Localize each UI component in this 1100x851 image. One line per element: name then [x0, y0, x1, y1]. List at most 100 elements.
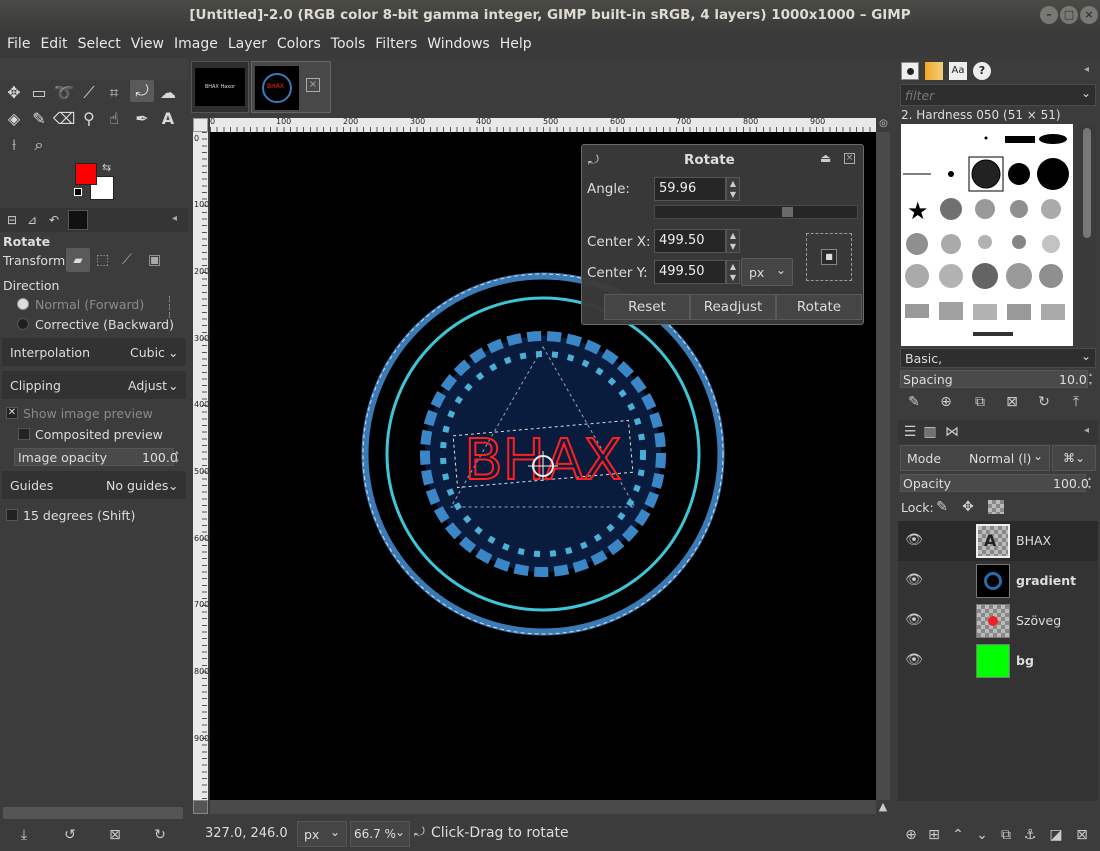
center-y-spinner[interactable]: ▲ ▼: [726, 260, 740, 284]
visibility-eye-icon[interactable]: 👁: [904, 612, 924, 628]
lock-alpha-icon[interactable]: [988, 500, 1004, 514]
paintbrush-tool-icon[interactable]: ✎: [27, 108, 51, 130]
warp-tool-icon[interactable]: ☁: [156, 82, 180, 104]
layer-mode-dropdown[interactable]: Mode Normal (l) ⌄: [900, 445, 1050, 471]
show-preview-checkbox[interactable]: ✕: [6, 407, 18, 419]
angle-spinner[interactable]: ▲ ▼: [726, 177, 740, 201]
unit-dropdown[interactable]: px ⌄: [741, 258, 793, 286]
composited-preview-checkbox[interactable]: [18, 428, 30, 440]
interpolation-dropdown[interactable]: Interpolation Cubic ⌄: [2, 338, 186, 366]
tool-options-tab-icon[interactable]: ⊟: [2, 210, 22, 230]
layer-opacity-slider[interactable]: Opacity 100.0: [900, 474, 1089, 492]
navigate-icon[interactable]: ◎: [877, 118, 890, 131]
new-layer-group-icon[interactable]: ⊞: [924, 825, 944, 845]
reset-options-icon[interactable]: ↻: [150, 825, 170, 845]
paths-tab-icon[interactable]: ⋈: [942, 422, 962, 442]
layer-name[interactable]: Szöveg: [1016, 613, 1061, 628]
open-brush-icon[interactable]: ⤒: [1066, 392, 1086, 412]
menu-windows[interactable]: Windows: [422, 30, 495, 58]
brush-filter-input[interactable]: filter ⌄: [900, 84, 1096, 106]
rotate-button[interactable]: Rotate: [776, 294, 862, 320]
menu-tools[interactable]: Tools: [326, 30, 371, 58]
brush-grid-scrollbar[interactable]: [1078, 124, 1096, 346]
layer-name[interactable]: gradient: [1016, 573, 1076, 588]
lock-pixels-icon[interactable]: ✎: [932, 497, 952, 517]
device-status-tab-icon[interactable]: ⊿: [22, 210, 42, 230]
collapse-dialog-icon[interactable]: ⏏: [820, 151, 831, 165]
transform-selection-icon[interactable]: ⬚: [96, 252, 109, 268]
refresh-brushes-icon[interactable]: ↻: [1034, 392, 1054, 412]
ruler-corner[interactable]: [193, 118, 208, 132]
navigate-corner-icon[interactable]: ▲: [876, 800, 890, 814]
visibility-eye-icon[interactable]: 👁: [904, 652, 924, 668]
status-unit-dropdown[interactable]: px ⌄: [297, 821, 347, 847]
paths-tool-icon[interactable]: ✒: [130, 108, 154, 130]
opacity-spinner-icon[interactable]: ▴ ▾: [175, 448, 185, 466]
close-button[interactable]: ×: [1080, 6, 1098, 24]
visibility-eye-icon[interactable]: 👁: [904, 532, 924, 548]
visibility-eye-icon[interactable]: 👁: [904, 572, 924, 588]
rect-select-tool-icon[interactable]: ▭: [27, 82, 51, 104]
smudge-tool-icon[interactable]: ☝: [102, 108, 126, 130]
move-tool-icon[interactable]: ✥: [2, 82, 26, 104]
undo-history-tab-icon[interactable]: ↶: [44, 210, 64, 230]
menu-help[interactable]: Help: [495, 30, 537, 58]
transform-layer-icon[interactable]: ▰: [66, 248, 90, 272]
quick-mask-toggle[interactable]: [193, 800, 208, 814]
foreground-color-swatch[interactable]: [75, 163, 97, 185]
vertical-ruler[interactable]: 0 100 200 300 400 500 600 700 800 900: [193, 132, 209, 800]
close-tab-icon[interactable]: ×: [306, 78, 320, 92]
lasso-tool-icon[interactable]: ➰: [52, 82, 76, 104]
layer-opacity-spinner-icon[interactable]: ▴ ▾: [1088, 474, 1096, 492]
menu-edit[interactable]: Edit: [35, 30, 72, 58]
image-opacity-slider[interactable]: Image opacity 100.0: [14, 448, 178, 466]
left-dock-scrollbar[interactable]: [3, 807, 183, 819]
lower-layer-icon[interactable]: ⌄: [972, 825, 992, 845]
layer-row[interactable]: 👁 gradient: [898, 561, 1098, 601]
lock-position-icon[interactable]: ✥: [958, 497, 978, 517]
patterns-tab-icon[interactable]: [925, 62, 943, 80]
angle-slider-thumb[interactable]: [782, 207, 793, 217]
layer-row[interactable]: 👁 Szöveg: [898, 601, 1098, 641]
scrollbar-thumb[interactable]: [1083, 128, 1091, 238]
configure-tab-icon[interactable]: ◂: [172, 213, 177, 224]
image-tab-1[interactable]: BHAX Haxor: [191, 61, 249, 113]
fonts-tab-icon[interactable]: Aa: [949, 62, 967, 80]
vertical-scrollbar[interactable]: [876, 132, 890, 800]
channels-tab-icon[interactable]: ▥: [920, 422, 940, 442]
constrain-15-checkbox[interactable]: [6, 509, 18, 521]
images-tab-icon[interactable]: [68, 210, 88, 230]
center-y-input[interactable]: 499.50: [654, 260, 726, 284]
menu-colors[interactable]: Colors: [272, 30, 326, 58]
configure-tab-icon[interactable]: ◂: [1084, 64, 1089, 75]
clipping-dropdown[interactable]: Clipping Adjust ⌄: [2, 371, 186, 399]
duplicate-brush-icon[interactable]: ⧉: [970, 392, 990, 412]
clone-tool-icon[interactable]: ⚲: [77, 108, 101, 130]
minimize-button[interactable]: –: [1040, 6, 1058, 24]
blend-space-dropdown[interactable]: ⌘⌄: [1052, 445, 1096, 471]
swap-colors-icon[interactable]: ⇆: [102, 161, 111, 174]
help-tab-icon[interactable]: ?: [973, 62, 991, 80]
brush-preset-dropdown[interactable]: Basic, ⌄: [900, 348, 1096, 368]
new-brush-icon[interactable]: ⊕: [936, 392, 956, 412]
center-pivot-selector[interactable]: ■: [806, 233, 852, 281]
menu-view[interactable]: View: [126, 30, 169, 58]
duplicate-layer-icon[interactable]: ⧉: [996, 825, 1016, 845]
rotate-tool-icon[interactable]: ⤾: [130, 80, 154, 102]
brushes-tab-icon[interactable]: [901, 62, 919, 80]
maximize-button[interactable]: □: [1060, 6, 1078, 24]
new-layer-icon[interactable]: ⊕: [901, 825, 921, 845]
guides-dropdown[interactable]: Guides No guides ⌄: [2, 471, 186, 499]
direction-link-icon[interactable]: ⁞ ⁞ ⁞: [168, 296, 171, 321]
zoom-tool-icon[interactable]: ⌕: [27, 134, 51, 156]
angle-slider[interactable]: [654, 205, 858, 219]
corrective-backward-radio[interactable]: [17, 318, 29, 330]
menu-image[interactable]: Image: [169, 30, 223, 58]
center-x-spinner[interactable]: ▲ ▼: [726, 229, 740, 253]
delete-brush-icon[interactable]: ⊠: [1002, 392, 1022, 412]
center-x-input[interactable]: 499.50: [654, 229, 726, 253]
transform-image-icon[interactable]: ▣: [148, 252, 161, 268]
layer-row[interactable]: 👁 bg: [898, 641, 1098, 681]
brush-grid[interactable]: ★: [901, 124, 1073, 346]
fuzzy-select-tool-icon[interactable]: ⟋: [77, 82, 101, 104]
